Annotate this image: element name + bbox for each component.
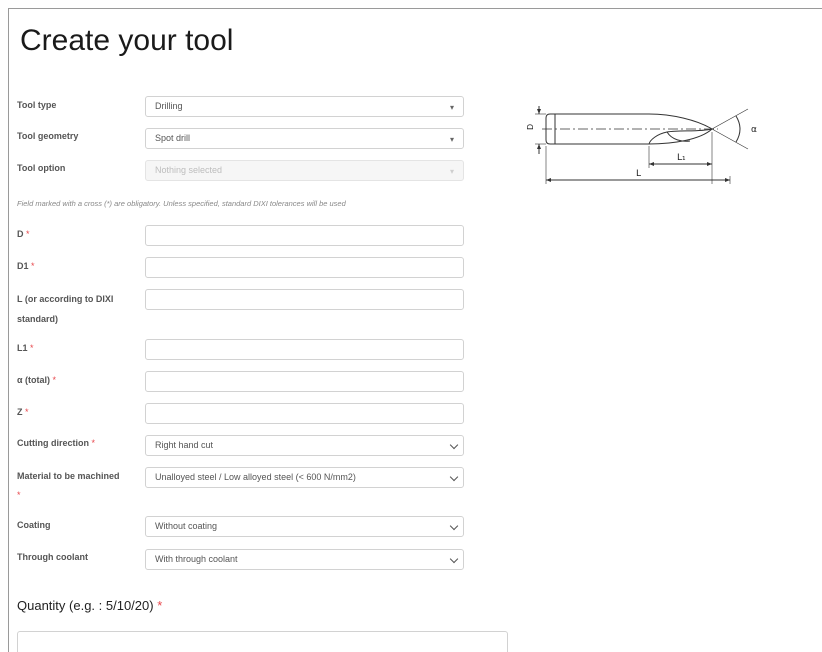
tool-option-select[interactable]: Nothing selected ▾ bbox=[145, 160, 464, 181]
caret-down-icon: ▾ bbox=[449, 103, 454, 112]
diagram-label-d: D bbox=[526, 124, 535, 130]
alpha-label: α (total) * bbox=[17, 375, 57, 385]
coating-label: Coating bbox=[17, 520, 51, 530]
coolant-select[interactable]: With through coolant bbox=[145, 549, 464, 570]
l1-input[interactable] bbox=[145, 339, 464, 360]
coolant-label: Through coolant bbox=[17, 552, 88, 562]
l1-label: L1 * bbox=[17, 343, 34, 353]
tool-geometry-label: Tool geometry bbox=[17, 131, 79, 141]
coolant-value: With through coolant bbox=[155, 554, 238, 564]
alpha-input[interactable] bbox=[145, 371, 464, 392]
z-label: Z * bbox=[17, 407, 29, 417]
d-input[interactable] bbox=[145, 225, 464, 246]
cutting-direction-value: Right hand cut bbox=[155, 440, 214, 450]
d-label: D * bbox=[17, 229, 30, 239]
quantity-input[interactable] bbox=[17, 631, 508, 652]
chevron-down-icon bbox=[449, 554, 459, 564]
quantity-label: Quantity (e.g. : 5/10/20) * bbox=[17, 598, 163, 613]
caret-down-icon: ▾ bbox=[449, 135, 454, 144]
tool-type-select[interactable]: Drilling ▾ bbox=[145, 96, 464, 117]
coating-value: Without coating bbox=[155, 521, 218, 531]
diagram-label-l1: L₁ bbox=[677, 153, 686, 163]
chevron-down-icon bbox=[449, 440, 459, 450]
diagram-label-l: L bbox=[636, 169, 641, 179]
coating-select[interactable]: Without coating bbox=[145, 516, 464, 537]
cutting-direction-select[interactable]: Right hand cut bbox=[145, 435, 464, 456]
l-label: L (or according to DIXI standard) bbox=[17, 294, 114, 324]
diagram-label-alpha: α bbox=[751, 125, 757, 135]
z-input[interactable] bbox=[145, 403, 464, 424]
material-value: Unalloyed steel / Low alloyed steel (< 6… bbox=[155, 472, 356, 482]
d1-input[interactable] bbox=[145, 257, 464, 278]
page-title: Create your tool bbox=[20, 24, 234, 57]
caret-down-icon: ▾ bbox=[449, 167, 454, 176]
tool-option-placeholder: Nothing selected bbox=[155, 165, 223, 175]
tool-type-label: Tool type bbox=[17, 100, 57, 110]
d1-label: D1 * bbox=[17, 261, 35, 271]
material-label: Material to be machined * bbox=[17, 471, 120, 500]
tool-option-label: Tool option bbox=[17, 163, 66, 173]
material-select[interactable]: Unalloyed steel / Low alloyed steel (< 6… bbox=[145, 467, 464, 488]
tool-type-value: Drilling bbox=[155, 101, 183, 111]
chevron-down-icon bbox=[449, 472, 459, 482]
obligatory-note: Field marked with a cross (*) are obliga… bbox=[17, 199, 346, 208]
tool-geometry-select[interactable]: Spot drill ▾ bbox=[145, 128, 464, 149]
tool-geometry-value: Spot drill bbox=[155, 133, 191, 143]
cutting-direction-label: Cutting direction * bbox=[17, 438, 96, 448]
l-input[interactable] bbox=[145, 289, 464, 310]
spot-drill-diagram: D α L₁ L bbox=[526, 106, 757, 184]
chevron-down-icon bbox=[449, 521, 459, 531]
